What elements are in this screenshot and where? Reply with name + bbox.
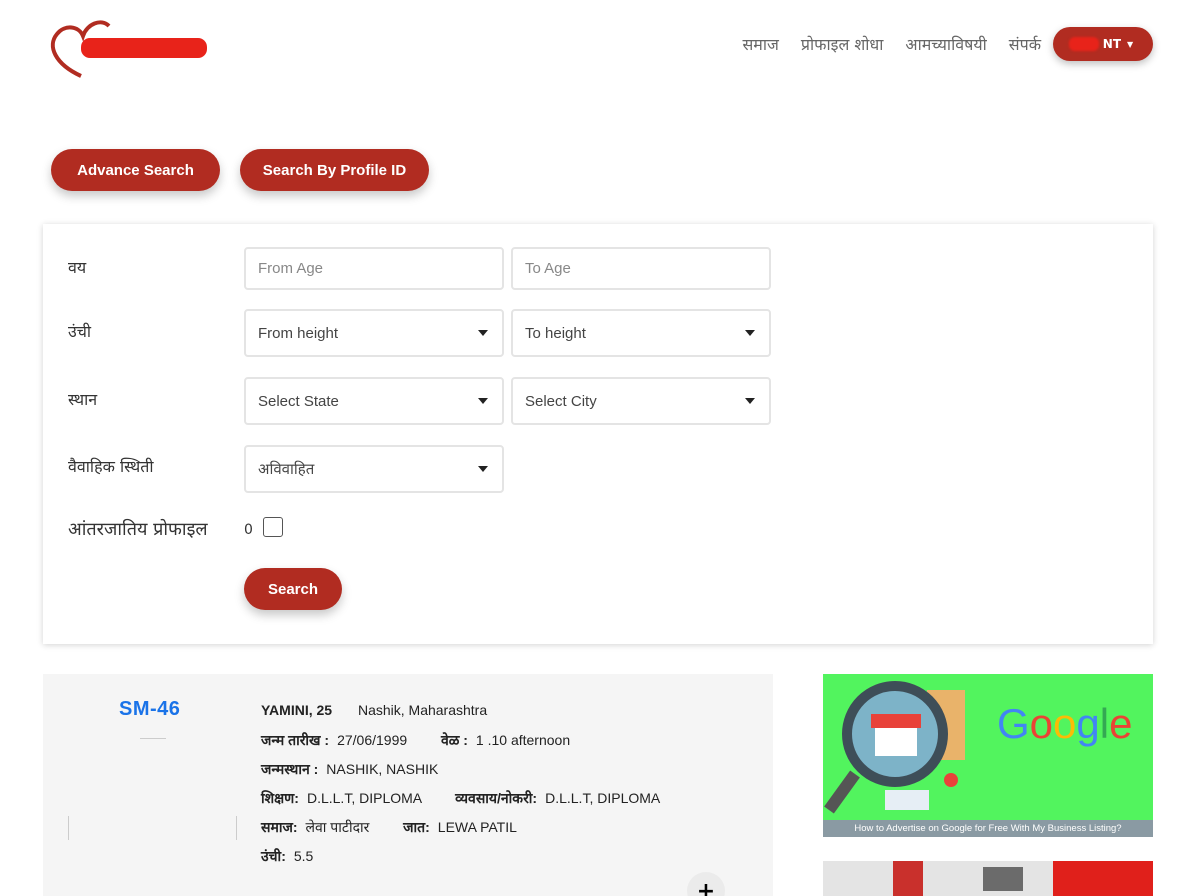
to-age-input[interactable]: To Age — [511, 247, 771, 290]
search-form-panel: वय From Age To Age उंची From height To h… — [43, 224, 1153, 644]
birthplace-label: जन्मस्थान : — [261, 761, 319, 777]
caste-label: जात: — [403, 819, 430, 835]
community-row: समाज: लेवा पाटीदार जात: LEWA PATIL — [261, 818, 517, 837]
intercaste-count: 0 — [244, 522, 253, 538]
height-value: 5.5 — [293, 848, 314, 864]
ad-caption: How to Advertise on Google for Free With… — [823, 820, 1153, 837]
dropdown-arrow-icon — [745, 398, 755, 404]
ad-graphic — [823, 861, 1153, 896]
account-dropdown-button[interactable]: NT ▼ — [1053, 27, 1153, 61]
education-row: शिक्षण: D.L.L.T, DIPLOMA व्यवसाय/नोकरी: D.… — [261, 789, 660, 808]
nav-profile-search[interactable]: प्रोफाइल शोधा — [801, 33, 884, 55]
google-wordmark: Google — [997, 700, 1133, 747]
age-label: वय — [68, 258, 87, 277]
dob-value: 27/06/1999 — [337, 732, 408, 748]
community-label: समाज: — [261, 819, 298, 835]
dropdown-arrow-icon — [745, 330, 755, 336]
marital-status-select[interactable]: अविवाहित — [244, 445, 504, 493]
marital-status-value: अविवाहित — [258, 461, 315, 478]
community-value: लेवा पाटीदार — [305, 819, 370, 835]
height-label: उंची — [68, 322, 92, 341]
state-select[interactable]: Select State — [244, 377, 504, 425]
education-value: D.L.L.T, DIPLOMA — [306, 790, 422, 806]
intercaste-label: आंतरजातिय प्रोफाइल — [68, 519, 208, 540]
dob-label: जन्म तारीख : — [261, 732, 330, 748]
search-by-profile-id-button[interactable]: Search By Profile ID — [240, 149, 429, 191]
height-row: उंची: 5.5 — [261, 847, 313, 866]
nav-about-us[interactable]: आमच्याविषयी — [905, 33, 986, 55]
from-height-select[interactable]: From height — [244, 309, 504, 357]
account-label: NT — [1102, 37, 1122, 51]
education-label: शिक्षण: — [261, 790, 299, 806]
profile-result-card: SM-46 YAMINI, 25 Nashik, Maharashtra जन्… — [43, 674, 773, 896]
dropdown-arrow-icon — [478, 466, 488, 472]
site-logo[interactable] — [45, 18, 215, 80]
occupation-label: व्यवसाय/नोकरी: — [455, 790, 538, 806]
city-select[interactable]: Select City — [511, 377, 771, 425]
occupation-value: D.L.L.T, DIPLOMA — [545, 790, 661, 806]
name-age: YAMINI, 25 — [261, 702, 333, 718]
nav-community[interactable]: समाज — [742, 33, 778, 55]
dob-row: जन्म तारीख : 27/06/1999 वेळ : 1 .10 aftern… — [261, 731, 570, 750]
marital-status-label: वैवाहिक स्थिती — [68, 457, 154, 476]
main-nav: समाज प्रोफाइल शोधा आमच्याविषयी संपर्क NT… — [742, 26, 1153, 62]
to-height-select[interactable]: To height — [511, 309, 771, 357]
dropdown-arrow-icon — [478, 398, 488, 404]
location: Nashik, Maharashtra — [357, 702, 488, 718]
city-value: Select City — [525, 392, 597, 410]
photo-frame-left — [68, 816, 69, 840]
caste-value: LEWA PATIL — [437, 819, 517, 835]
time-value: 1 .10 afternoon — [475, 732, 571, 748]
place-label: स्थान — [68, 390, 98, 409]
from-height-value: From height — [258, 324, 339, 342]
expand-plus-button[interactable]: + — [687, 872, 725, 896]
google-business-ad[interactable]: Google How to Advertise on Google for Fr… — [823, 674, 1153, 837]
height-label: उंची: — [261, 848, 286, 864]
state-value: Select State — [258, 392, 339, 410]
nav-contact[interactable]: संपर्क — [1009, 33, 1041, 55]
birthplace-row: जन्मस्थान : NASHIK, NASHIK — [261, 760, 438, 779]
profile-photo-placeholder[interactable] — [140, 738, 166, 739]
website-market-ad[interactable] — [823, 861, 1153, 896]
birthplace-value: NASHIK, NASHIK — [326, 761, 439, 777]
profile-id-link[interactable]: SM-46 — [119, 698, 180, 721]
from-age-input[interactable]: From Age — [244, 247, 504, 290]
intercaste-checkbox[interactable] — [262, 517, 283, 537]
dropdown-arrow-icon — [478, 330, 488, 336]
advance-search-button[interactable]: Advance Search — [51, 149, 220, 191]
caret-down-icon: ▼ — [1127, 39, 1134, 49]
intercaste-row: 0 — [244, 516, 283, 538]
redaction-mark — [1069, 37, 1099, 51]
search-button[interactable]: Search — [244, 568, 342, 610]
name-row: YAMINI, 25 Nashik, Maharashtra — [261, 702, 487, 718]
time-label: वेळ : — [440, 732, 468, 748]
photo-frame-right — [236, 816, 237, 840]
to-height-value: To height — [525, 324, 586, 342]
